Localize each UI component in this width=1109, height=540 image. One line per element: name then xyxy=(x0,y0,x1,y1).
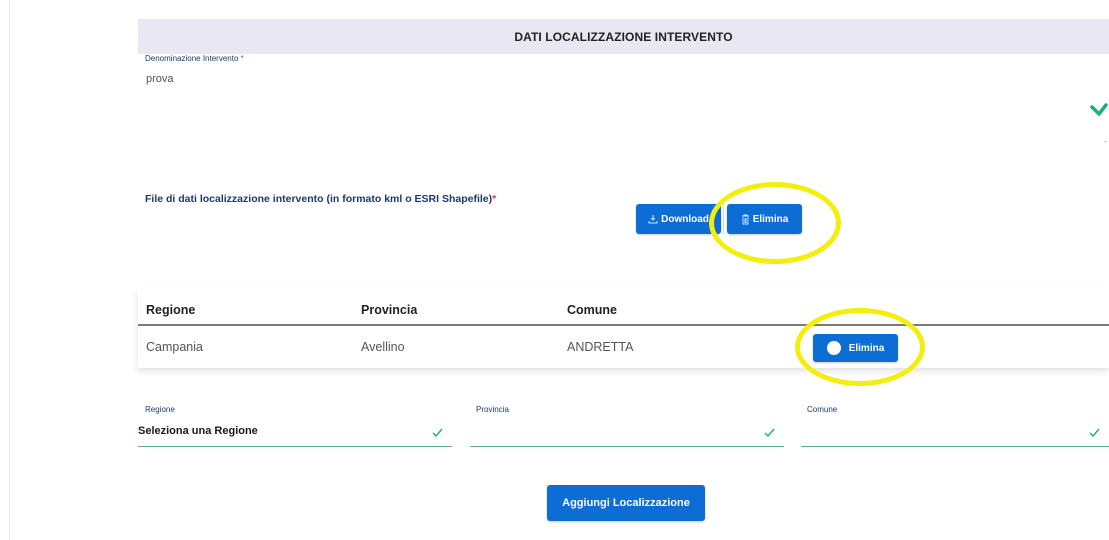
download-button[interactable]: Download xyxy=(636,204,721,234)
check-icon xyxy=(764,428,775,438)
trash-icon xyxy=(741,214,749,224)
download-icon xyxy=(648,215,658,224)
section-title: DATI LOCALIZZAZIONE INTERVENTO xyxy=(514,29,733,44)
delete-file-button-label: Elimina xyxy=(752,213,789,225)
column-header-comune: Comune xyxy=(567,303,617,317)
check-icon xyxy=(432,428,443,438)
delete-row-button-label: Elimina xyxy=(848,342,885,354)
intervention-name-label-text: Denominazione Intervento xyxy=(145,54,239,63)
file-upload-label: File di dati localizzazione intervento (… xyxy=(145,193,496,205)
cell-provincia: Avellino xyxy=(361,340,405,354)
section-header: DATI LOCALIZZAZIONE INTERVENTO xyxy=(138,19,1109,54)
add-localization-button-label: Aggiungi Localizzazione xyxy=(562,497,690,509)
provincia-select-label: Provincia xyxy=(476,405,509,414)
toggle-dot-icon xyxy=(826,341,841,355)
localization-table: Regione Provincia Comune Campania Avelli… xyxy=(138,288,1109,368)
provincia-select[interactable] xyxy=(470,420,784,447)
intervention-name-label: Denominazione Intervento * xyxy=(145,54,244,63)
column-header-regione: Regione xyxy=(146,303,196,317)
delete-row-button[interactable]: Elimina xyxy=(813,334,898,362)
delete-file-button[interactable]: Elimina xyxy=(727,204,802,234)
page-left-border xyxy=(9,0,10,540)
resize-handle[interactable]: ` xyxy=(1104,140,1107,150)
add-localization-button[interactable]: Aggiungi Localizzazione xyxy=(547,485,705,521)
check-icon xyxy=(1089,428,1100,438)
cell-comune: ANDRETTA xyxy=(567,340,634,354)
required-mark: * xyxy=(240,54,244,63)
regione-select-label: Regione xyxy=(145,405,175,414)
required-mark: * xyxy=(492,193,497,205)
file-upload-label-text: File di dati localizzazione intervento (… xyxy=(145,193,493,205)
comune-select[interactable] xyxy=(801,420,1109,447)
regione-select[interactable]: Seleziona una Regione xyxy=(138,420,452,447)
table-header-divider xyxy=(138,324,1109,326)
comune-select-label: Comune xyxy=(807,405,838,414)
intervention-name-input[interactable]: prova xyxy=(146,73,174,85)
column-header-provincia: Provincia xyxy=(361,303,418,317)
check-icon xyxy=(1090,103,1108,116)
download-button-label: Download xyxy=(661,213,709,225)
cell-regione: Campania xyxy=(146,340,203,354)
regione-select-value: Seleziona una Regione xyxy=(138,425,258,437)
button-separator xyxy=(723,204,724,234)
